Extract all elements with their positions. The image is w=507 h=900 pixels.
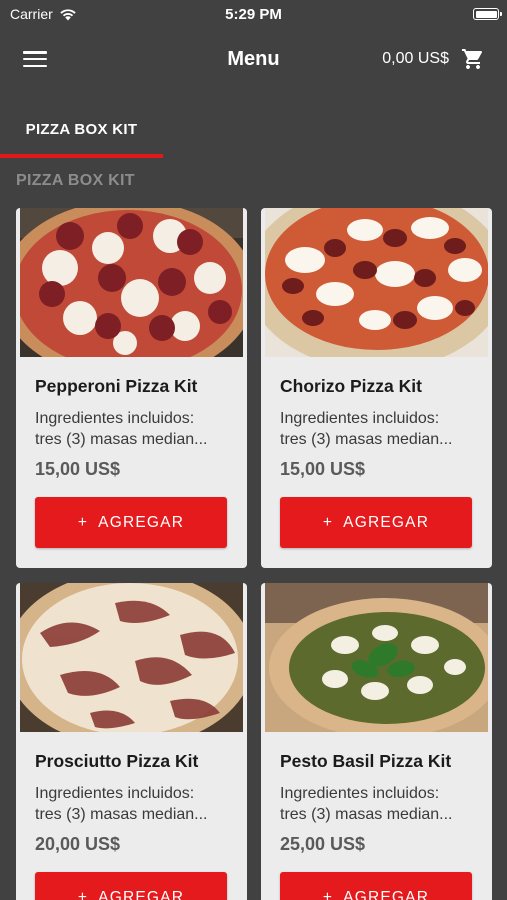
add-to-cart-button[interactable]: + AGREGAR <box>35 872 227 900</box>
tab-pizza-box-kit[interactable]: PIZZA BOX KIT <box>0 100 163 158</box>
product-description: Ingredientes incluidos: tres (3) masas m… <box>280 410 453 448</box>
status-bar: Carrier 5:29 PM <box>0 0 507 28</box>
product-name: Pesto Basil Pizza Kit <box>280 751 452 771</box>
product-image <box>265 208 488 357</box>
product-card[interactable]: Pepperoni Pizza Kit Ingredientes incluid… <box>16 208 247 568</box>
add-to-cart-button[interactable]: + AGREGAR <box>35 497 227 548</box>
add-button-label: AGREGAR <box>343 513 430 531</box>
wifi-icon <box>60 8 76 20</box>
plus-icon: + <box>322 513 334 531</box>
add-button-label: AGREGAR <box>343 888 430 900</box>
product-card[interactable]: Chorizo Pizza Kit Ingredientes incluidos… <box>261 208 492 568</box>
add-to-cart-button[interactable]: + AGREGAR <box>280 497 472 548</box>
product-image <box>265 583 488 732</box>
add-button-label: AGREGAR <box>98 513 185 531</box>
battery-icon <box>473 8 502 20</box>
section-title: PIZZA BOX KIT <box>16 172 135 189</box>
product-description: Ingredientes incluidos: tres (3) masas m… <box>35 785 208 823</box>
add-to-cart-button[interactable]: + AGREGAR <box>280 872 472 900</box>
product-card[interactable]: Pesto Basil Pizza Kit Ingredientes inclu… <box>261 583 492 900</box>
product-price: 20,00 US$ <box>35 834 121 854</box>
product-name: Chorizo Pizza Kit <box>280 376 422 396</box>
product-price: 15,00 US$ <box>280 459 366 479</box>
product-description: Ingredientes incluidos: tres (3) masas m… <box>280 785 453 823</box>
plus-icon: + <box>77 888 89 900</box>
product-description: Ingredientes incluidos: tres (3) masas m… <box>35 410 208 448</box>
cart-button[interactable]: 0,00 US$ <box>382 47 485 71</box>
product-image <box>20 583 243 732</box>
status-left: Carrier <box>10 6 77 22</box>
menu-icon[interactable] <box>22 49 48 69</box>
product-price: 25,00 US$ <box>280 834 366 854</box>
add-button-label: AGREGAR <box>98 888 185 900</box>
cart-total: 0,00 US$ <box>382 50 449 67</box>
plus-icon: + <box>322 888 334 900</box>
product-name: Pepperoni Pizza Kit <box>35 376 198 396</box>
category-tabs: PIZZA BOX KIT <box>0 100 507 158</box>
product-image <box>20 208 243 357</box>
active-tab-indicator <box>0 154 163 158</box>
app-header: Menu 0,00 US$ <box>0 28 507 90</box>
product-card[interactable]: Prosciutto Pizza Kit Ingredientes inclui… <box>16 583 247 900</box>
product-name: Prosciutto Pizza Kit <box>35 751 199 771</box>
product-price: 15,00 US$ <box>35 459 121 479</box>
plus-icon: + <box>77 513 89 531</box>
carrier-label: Carrier <box>10 6 53 22</box>
cart-icon <box>462 49 483 69</box>
